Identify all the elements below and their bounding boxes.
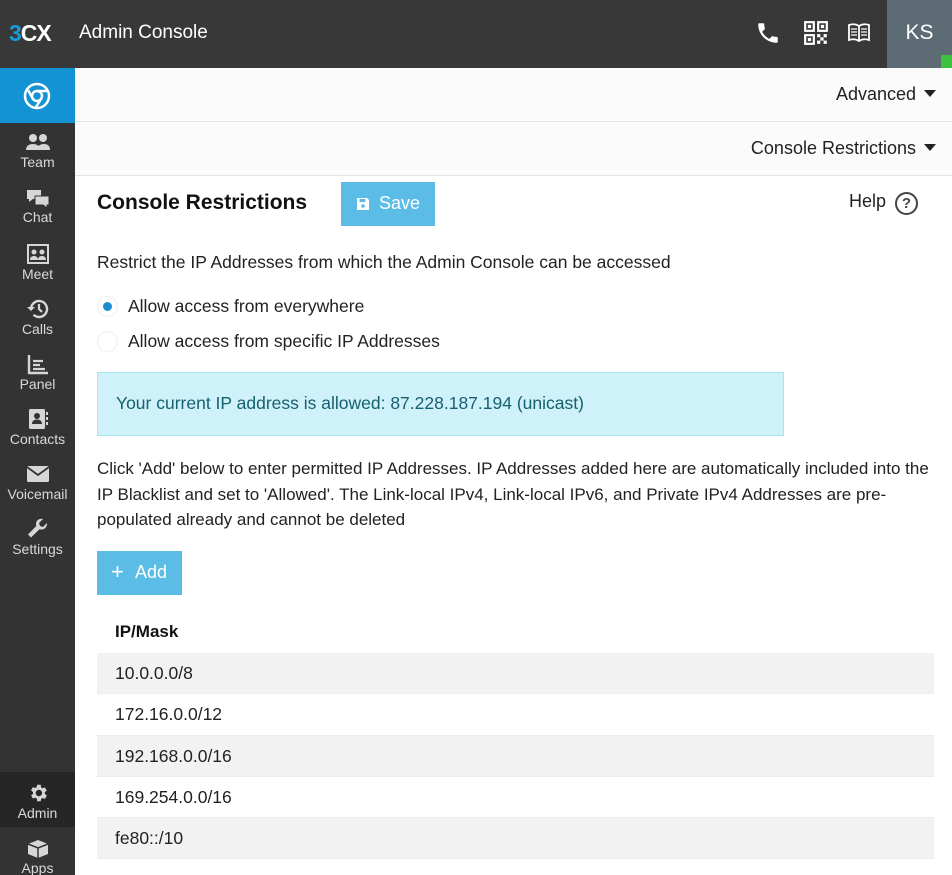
user-avatar[interactable]: KS [887, 0, 952, 68]
sidebar-item-meet[interactable]: Meet [0, 233, 75, 288]
panel-chart-icon [27, 355, 48, 375]
radio-selected-icon[interactable] [97, 296, 118, 317]
apps-box-icon [27, 840, 48, 858]
wrench-icon [27, 518, 47, 538]
current-ip-alert: Your current IP address is allowed: 87.2… [97, 372, 784, 436]
sidebar-item-label: Apps [21, 860, 54, 875]
sidebar-item-label: Chat [22, 209, 53, 225]
phone-icon[interactable] [755, 20, 781, 46]
sidebar-item-label: Settings [12, 541, 63, 557]
caret-down-icon [924, 90, 936, 97]
chat-icon [26, 190, 49, 208]
add-instructions: Click 'Add' below to enter permitted IP … [97, 459, 929, 529]
page-title: Console Restrictions [97, 191, 308, 214]
section-bar: Console Restrictions [75, 122, 952, 176]
table-row[interactable]: 10.0.0.0/8 [97, 653, 934, 695]
sidebar-item-label: Calls [21, 321, 54, 337]
plus-icon: + [111, 559, 124, 584]
book-icon[interactable] [846, 20, 872, 46]
sidebar-item-label: Voicemail [7, 486, 68, 502]
sidebar-item-voicemail[interactable]: Voicemail [0, 453, 75, 508]
contacts-icon [28, 409, 48, 429]
online-status-indicator [941, 55, 952, 68]
table-row[interactable]: 169.254.0.0/16 [97, 777, 934, 819]
ip-table: 10.0.0.0/8 172.16.0.0/12 192.168.0.0/16 … [97, 653, 934, 860]
sidebar-home[interactable] [0, 68, 75, 123]
sidebar-item-apps[interactable]: Apps [0, 827, 75, 875]
sidebar-item-chat[interactable]: Chat [0, 178, 75, 233]
sidebar: Team Chat Meet Calls Panel Contacts Voic… [0, 68, 75, 875]
help-link[interactable]: Help [849, 191, 886, 212]
qr-code-icon[interactable] [803, 20, 829, 46]
gear-icon [30, 784, 47, 802]
table-row[interactable]: 192.168.0.0/16 [97, 735, 934, 777]
column-header-ip-mask[interactable]: IP/Mask [115, 622, 178, 642]
radio-unselected-icon[interactable] [97, 331, 118, 352]
floppy-disk-icon [357, 198, 369, 210]
caret-down-icon [924, 144, 936, 151]
save-button[interactable]: Save [341, 182, 435, 226]
sidebar-item-label: Panel [19, 376, 56, 392]
sidebar-item-label: Team [20, 154, 55, 170]
envelope-icon [25, 466, 50, 482]
app-title: Admin Console [79, 22, 208, 43]
sidebar-item-label: Contacts [9, 431, 66, 447]
table-row[interactable]: 172.16.0.0/12 [97, 694, 934, 736]
sidebar-item-calls[interactable]: Calls [0, 288, 75, 343]
sidebar-item-settings[interactable]: Settings [0, 508, 75, 563]
sidebar-item-admin[interactable]: Admin [0, 772, 75, 827]
top-bar: 3CX Admin Console KS [0, 0, 952, 68]
section-dropdown[interactable]: Console Restrictions [751, 138, 936, 159]
meet-icon [26, 244, 49, 264]
help-circle-icon[interactable]: ? [895, 192, 918, 215]
history-icon [26, 299, 48, 319]
advanced-dropdown[interactable]: Advanced [836, 84, 936, 105]
add-ip-button[interactable]: + Add [97, 551, 182, 595]
sidebar-item-label: Meet [21, 266, 54, 282]
sidebar-item-team[interactable]: Team [0, 123, 75, 178]
home-logo-icon [23, 82, 51, 110]
sidebar-item-contacts[interactable]: Contacts [0, 398, 75, 453]
advanced-bar: Advanced [75, 68, 952, 122]
team-icon [25, 134, 50, 150]
table-row[interactable]: fe80::/10 [97, 818, 934, 860]
sidebar-item-label: Admin [17, 805, 58, 821]
sidebar-item-panel[interactable]: Panel [0, 343, 75, 398]
restriction-description: Restrict the IP Addresses from which the… [97, 252, 671, 272]
3cx-logo[interactable]: 3CX [9, 20, 52, 47]
